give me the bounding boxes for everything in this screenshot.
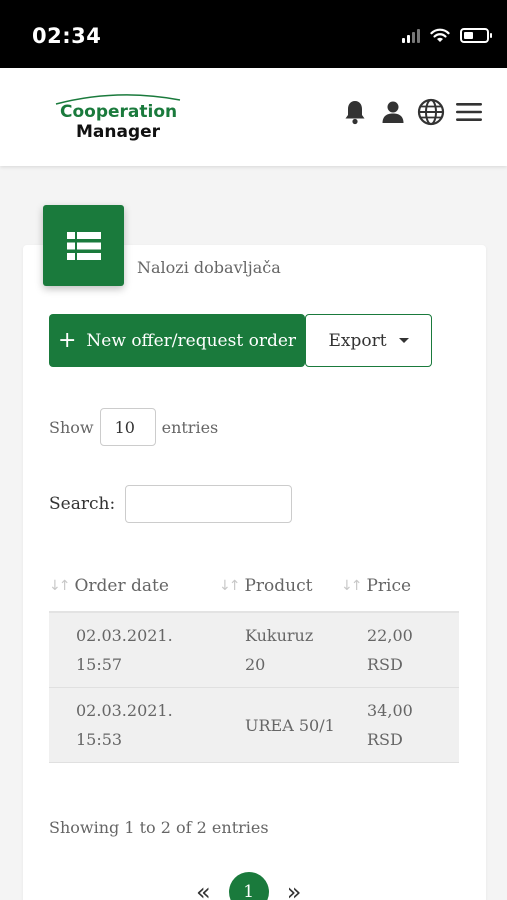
entries-select[interactable]: 10: [99, 408, 156, 446]
globe-icon[interactable]: [417, 98, 445, 126]
show-label: Show: [49, 417, 94, 437]
new-order-label: New offer/request order: [86, 330, 297, 351]
entries-label: entries: [161, 417, 219, 437]
logo[interactable]: Cooperation Manager: [52, 90, 182, 146]
bell-icon[interactable]: [341, 98, 369, 126]
cell-price: 22,00 RSD: [367, 626, 413, 674]
list-icon: [66, 231, 101, 260]
app-header: Cooperation Manager: [0, 68, 507, 166]
logo-text-cooperation: Cooperation: [60, 102, 178, 122]
caret-down-icon: [398, 338, 409, 343]
signal-icon: [402, 28, 420, 43]
sort-icon: ↓↑: [49, 577, 71, 594]
search-input[interactable]: [125, 485, 293, 523]
status-bar: 02:34: [0, 0, 507, 68]
table-info: Showing 1 to 2 of 2 entries: [49, 818, 269, 837]
table-row[interactable]: 02.03.2021. 15:57 Kukuruz 20 22,00 RSD: [49, 613, 459, 688]
user-icon[interactable]: [379, 98, 407, 126]
page-length-control: Show 10 entries: [49, 408, 218, 446]
next-page-button[interactable]: »: [287, 878, 302, 900]
logo-text-manager: Manager: [76, 122, 161, 142]
sort-icon: ↓↑: [219, 577, 241, 594]
menu-icon[interactable]: [455, 98, 483, 126]
battery-icon: [460, 28, 492, 43]
orders-table: ↓↑ Order date ↓↑ Product ↓↑ Price 02.03.…: [49, 560, 459, 763]
sort-icon: ↓↑: [341, 577, 363, 594]
search-control: Search:: [49, 485, 293, 523]
table-header: ↓↑ Order date ↓↑ Product ↓↑ Price: [49, 560, 459, 613]
status-icons: [402, 28, 492, 43]
column-order-date[interactable]: ↓↑ Order date: [49, 560, 219, 611]
column-product[interactable]: ↓↑ Product: [219, 560, 341, 611]
column-price[interactable]: ↓↑ Price: [341, 560, 459, 611]
page-1-button[interactable]: 1: [228, 872, 269, 900]
table-row[interactable]: 02.03.2021. 15:53 UREA 50/1 34,00 RSD: [49, 688, 459, 763]
card-title: Nalozi dobavljača: [137, 258, 281, 277]
new-order-button[interactable]: + New offer/request order: [49, 314, 305, 367]
cell-price: 34,00 RSD: [367, 701, 413, 749]
pagination: « 1 »: [196, 872, 301, 900]
cell-product: UREA 50/1: [245, 715, 335, 735]
export-label: Export: [328, 330, 387, 351]
export-button[interactable]: Export: [305, 314, 432, 367]
plus-icon: +: [57, 327, 77, 353]
header-actions: [341, 98, 483, 126]
cell-order-date: 02.03.2021. 15:57: [76, 626, 173, 674]
wifi-icon: [430, 28, 450, 42]
card-header-icon: [43, 205, 124, 286]
search-label: Search:: [49, 494, 116, 514]
cell-order-date: 02.03.2021. 15:53: [76, 701, 173, 749]
status-time: 02:34: [32, 24, 102, 48]
previous-page-button[interactable]: «: [196, 878, 211, 900]
cell-product: Kukuruz 20: [245, 626, 314, 674]
